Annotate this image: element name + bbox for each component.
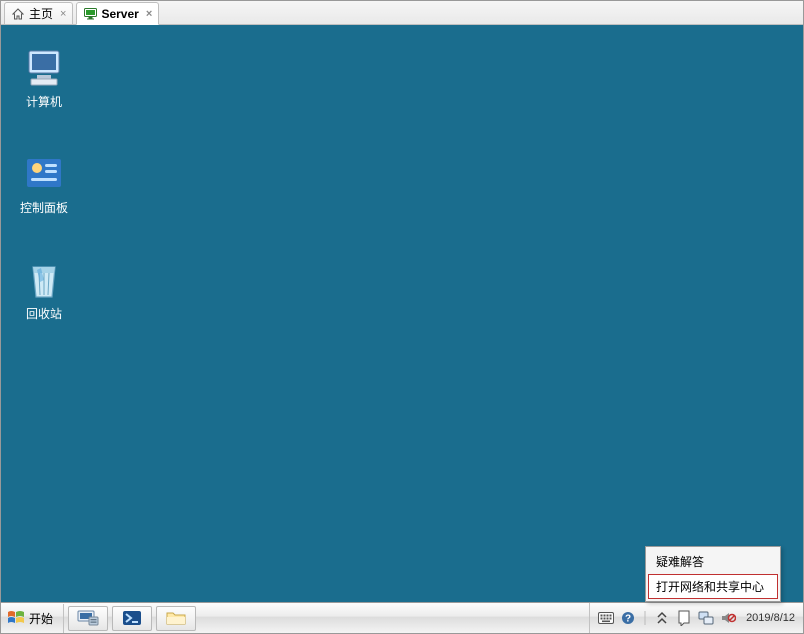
keyboard-icon[interactable]	[598, 610, 614, 626]
pinned-apps	[68, 603, 196, 633]
pinned-explorer[interactable]	[156, 606, 196, 631]
pinned-server-manager[interactable]	[68, 606, 108, 631]
close-icon[interactable]: ×	[60, 8, 66, 20]
tabs-bar: 主页 × Server ×	[1, 1, 803, 25]
monitor-icon	[83, 7, 97, 21]
taskbar-tray: ? 2019/8/12	[589, 603, 803, 633]
start-button[interactable]: 开始	[1, 604, 64, 633]
tray-date[interactable]: 2019/8/12	[746, 612, 795, 624]
divider-icon	[642, 610, 648, 626]
svg-text:?: ?	[625, 614, 631, 625]
action-center-icon[interactable]	[676, 610, 692, 626]
close-icon[interactable]: ×	[146, 8, 152, 20]
pinned-powershell[interactable]	[112, 606, 152, 631]
chevron-up-icon[interactable]	[654, 610, 670, 626]
desktop-icon-recycle-bin[interactable]: 回收站	[7, 259, 81, 322]
desktop[interactable]: 计算机 控制面板 回收站	[1, 25, 803, 602]
volume-icon[interactable]	[720, 610, 736, 626]
desktop-icon-label: 控制面板	[7, 199, 81, 216]
recycle-bin-icon	[23, 259, 65, 301]
taskbar: 开始 ?	[1, 602, 803, 633]
desktop-icon-control-panel[interactable]: 控制面板	[7, 153, 81, 216]
menu-item-label: 打开网络和共享中心	[656, 580, 764, 594]
menu-item-troubleshoot[interactable]: 疑难解答	[648, 549, 778, 574]
menu-item-open-network-center[interactable]: 打开网络和共享中心	[648, 574, 778, 599]
tab-home-label: 主页	[29, 5, 53, 22]
network-context-menu: 疑难解答 打开网络和共享中心	[645, 546, 781, 602]
tab-home[interactable]: 主页 ×	[4, 2, 73, 24]
control-panel-icon	[23, 153, 65, 195]
windows-logo-icon	[7, 609, 25, 627]
menu-item-label: 疑难解答	[656, 555, 704, 569]
help-icon[interactable]: ?	[620, 610, 636, 626]
start-label: 开始	[29, 610, 53, 627]
desktop-icon-label: 计算机	[7, 93, 81, 110]
tab-server-label: Server	[101, 7, 138, 21]
desktop-icon-label: 回收站	[7, 305, 81, 322]
desktop-icon-computer[interactable]: 计算机	[7, 47, 81, 110]
network-icon[interactable]	[698, 610, 714, 626]
home-icon	[11, 7, 25, 21]
computer-icon	[23, 47, 65, 89]
tab-server[interactable]: Server ×	[76, 2, 159, 25]
